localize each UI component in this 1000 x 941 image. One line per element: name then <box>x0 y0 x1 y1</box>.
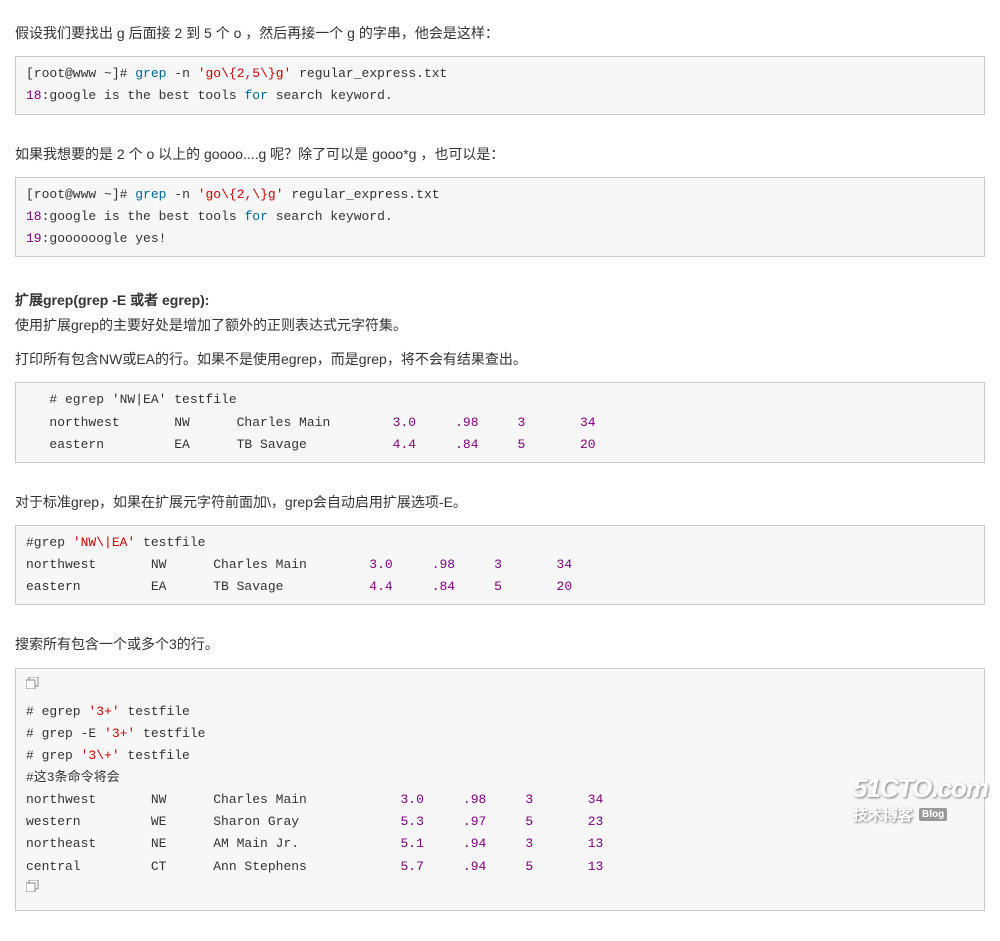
num: .94 <box>463 859 486 874</box>
num: 4.4 <box>369 579 392 594</box>
section-heading: 扩展grep(grep -E 或者 egrep): <box>15 292 209 308</box>
code-line: # egrep 'NW|EA' testfile <box>26 392 237 407</box>
example-desc-1: 打印所有包含NW或EA的行。如果不是使用egrep，而是grep，将不会有结果查… <box>15 348 985 370</box>
output-text: search keyword. <box>276 209 393 224</box>
num: 3 <box>525 792 533 807</box>
line-number: 18 <box>26 209 42 224</box>
num: 3 <box>525 836 533 851</box>
code-line: testfile <box>135 535 205 550</box>
grep-file: regular_express.txt <box>299 66 447 81</box>
example-desc-2: 对于标准grep，如果在扩展元字符前面加\，grep会自动启用扩展选项-E。 <box>15 491 985 513</box>
code-line: northwest NW Charles Main <box>26 415 393 430</box>
num: 34 <box>557 557 573 572</box>
grep-pattern: '3\+' <box>81 748 120 763</box>
num: 3 <box>518 415 526 430</box>
num: 5 <box>518 437 526 452</box>
grep-option: -n <box>174 66 190 81</box>
grep-pattern: 'NW\|EA' <box>73 535 135 550</box>
example-desc-3: 搜索所有包含一个或多个3的行。 <box>15 633 985 655</box>
num: 5 <box>525 814 533 829</box>
code-line: eastern EA TB Savage <box>26 437 393 452</box>
grep-file: regular_express.txt <box>291 187 439 202</box>
num: 34 <box>580 415 596 430</box>
code-line: # egrep <box>26 704 88 719</box>
num: .84 <box>455 437 478 452</box>
grep-cmd: grep <box>135 187 166 202</box>
keyword-for: for <box>244 209 267 224</box>
num: 5.7 <box>400 859 423 874</box>
num: 20 <box>557 579 573 594</box>
output-text: :google is the best tools <box>42 209 237 224</box>
grep-pattern: 'go\{2,\}g' <box>198 187 284 202</box>
num: 23 <box>588 814 604 829</box>
code-block-2: [root@www ~]# grep -n 'go\{2,\}g' regula… <box>15 177 985 257</box>
grep-option: -n <box>174 187 190 202</box>
num: .98 <box>463 792 486 807</box>
table-row: northeast NE AM Main Jr. <box>26 836 400 851</box>
code-block-1: [root@www ~]# grep -n 'go\{2,5\}g' regul… <box>15 56 985 114</box>
num: 3 <box>494 557 502 572</box>
num: 13 <box>588 859 604 874</box>
copy-icon[interactable] <box>26 677 40 689</box>
table-row: northwest NW Charles Main <box>26 792 400 807</box>
code-block-5: # egrep '3+' testfile # grep -E '3+' tes… <box>15 668 985 911</box>
code-line: testfile <box>120 704 190 719</box>
num: 20 <box>580 437 596 452</box>
shell-prompt: [root@www ~]# <box>26 66 127 81</box>
num: .98 <box>455 415 478 430</box>
output-text: search keyword. <box>276 88 393 103</box>
num: 13 <box>588 836 604 851</box>
code-line: testfile <box>120 748 190 763</box>
grep-pattern: 'go\{2,5\}g' <box>198 66 292 81</box>
num: .98 <box>432 557 455 572</box>
num: .97 <box>463 814 486 829</box>
grep-pattern: '3+' <box>104 726 135 741</box>
code-comment: #这3条命令将会 <box>26 770 120 785</box>
num: 4.4 <box>393 437 416 452</box>
code-line: #grep <box>26 535 73 550</box>
code-line: # grep -E <box>26 726 104 741</box>
num: 5.3 <box>400 814 423 829</box>
num: 5 <box>525 859 533 874</box>
table-row: central CT Ann Stephens <box>26 859 400 874</box>
code-line: # grep <box>26 748 81 763</box>
grep-pattern: '3+' <box>88 704 119 719</box>
code-line: eastern EA TB Savage <box>26 579 369 594</box>
keyword-for: for <box>244 88 267 103</box>
grep-cmd: grep <box>135 66 166 81</box>
section-desc: 使用扩展grep的主要好处是增加了额外的正则表达式元字符集。 <box>15 314 985 336</box>
code-block-3: # egrep 'NW|EA' testfile northwest NW Ch… <box>15 382 985 462</box>
code-line: testfile <box>135 726 205 741</box>
num: 34 <box>588 792 604 807</box>
code-line: northwest NW Charles Main <box>26 557 369 572</box>
copy-icon[interactable] <box>26 880 40 892</box>
line-number: 18 <box>26 88 42 103</box>
num: 5.1 <box>400 836 423 851</box>
num: 3.0 <box>369 557 392 572</box>
output-text: :goooooogle yes! <box>42 231 167 246</box>
num: 5 <box>494 579 502 594</box>
intro-para-2: 如果我想要的是 2 个 o 以上的 goooo....g 呢？除了可以是 goo… <box>15 143 985 165</box>
num: .84 <box>432 579 455 594</box>
output-text: :google is the best tools <box>42 88 237 103</box>
code-block-4: #grep 'NW\|EA' testfile northwest NW Cha… <box>15 525 985 605</box>
num: 3.0 <box>393 415 416 430</box>
num: .94 <box>463 836 486 851</box>
num: 3.0 <box>400 792 423 807</box>
intro-para-1: 假设我们要找出 g 后面接 2 到 5 个 o ，然后再接一个 g 的字串，他会… <box>15 22 985 44</box>
shell-prompt: [root@www ~]# <box>26 187 127 202</box>
table-row: western WE Sharon Gray <box>26 814 400 829</box>
line-number: 19 <box>26 231 42 246</box>
